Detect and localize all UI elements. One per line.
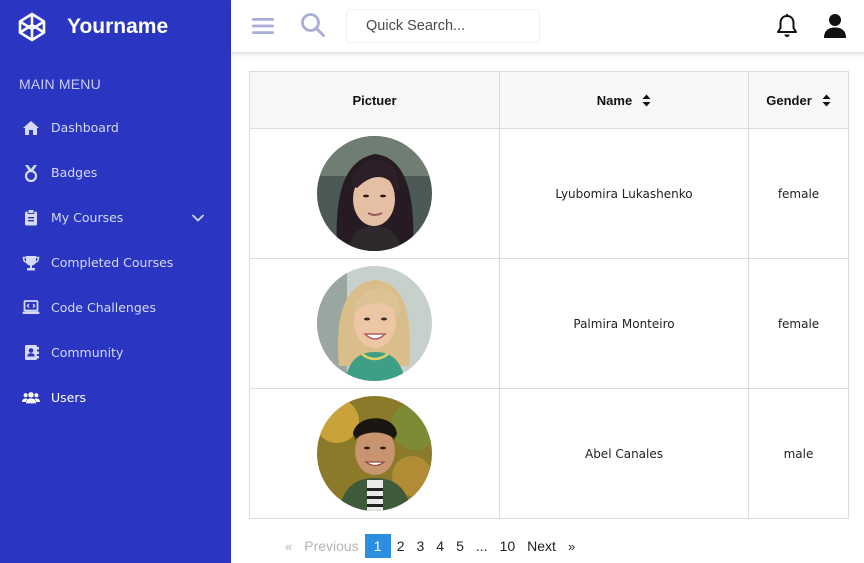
pagination-page[interactable]: 5 <box>450 534 470 558</box>
sidebar-item-badges[interactable]: Badges <box>0 150 231 195</box>
address-book-icon <box>22 344 40 362</box>
users-icon <box>22 389 40 407</box>
name-cell: Abel Canales <box>499 388 749 519</box>
pagination-previous: Previous <box>304 538 359 554</box>
search-icon[interactable] <box>300 12 326 38</box>
sidebar-menu: Dashboard Badges My Courses Completed Co… <box>0 105 231 420</box>
column-header-label: Pictuer <box>352 92 397 108</box>
pagination-page[interactable]: 1 <box>364 534 391 558</box>
column-header-gender[interactable]: Gender <box>748 71 849 129</box>
pagination-page[interactable]: 3 <box>411 534 431 558</box>
pagination-page[interactable]: 4 <box>430 534 450 558</box>
sidebar-item-label: Badges <box>51 165 98 180</box>
avatar <box>317 396 432 511</box>
trophy-icon <box>22 254 40 272</box>
table-row: Abel Canales male <box>249 388 849 519</box>
pagination-prev-arrow: « <box>285 538 293 554</box>
sort-icon[interactable] <box>642 94 651 107</box>
gender-cell: female <box>748 258 849 389</box>
column-header-label: Gender <box>766 92 812 108</box>
name-cell: Lyubomira Lukashenko <box>499 128 749 259</box>
column-header-label: Name <box>596 92 633 108</box>
avatar <box>317 136 432 251</box>
bell-icon[interactable] <box>775 13 799 39</box>
brand-name: Yourname <box>67 15 169 38</box>
user-icon[interactable] <box>823 13 847 39</box>
search-input[interactable] <box>346 9 540 43</box>
home-icon <box>22 119 40 137</box>
menu-icon[interactable] <box>251 14 275 38</box>
table-row: Lyubomira Lukashenko female <box>249 128 849 259</box>
picture-cell <box>249 258 500 389</box>
sidebar-item-label: Dashboard <box>51 120 119 135</box>
pagination-ellipsis: ... <box>475 538 488 554</box>
picture-cell <box>249 128 500 259</box>
table-row: Palmira Monteiro female <box>249 258 849 389</box>
sidebar-item-dashboard[interactable]: Dashboard <box>0 105 231 150</box>
column-header-picture: Pictuer <box>249 71 500 129</box>
sidebar-item-label: My Courses <box>51 210 124 225</box>
pagination-page[interactable]: 10 <box>494 534 522 558</box>
sidebar-item-code-challenges[interactable]: Code Challenges <box>0 285 231 330</box>
clipboard-icon <box>22 209 40 227</box>
sidebar-item-users[interactable]: Users <box>0 375 231 420</box>
brand[interactable]: Yourname <box>17 12 168 42</box>
codepen-cube-icon <box>17 12 47 42</box>
table-header-row: Pictuer Name Gender <box>249 71 849 129</box>
laptop-code-icon <box>22 299 40 317</box>
sidebar-item-community[interactable]: Community <box>0 330 231 375</box>
sidebar: Yourname MAIN MENU Dashboard Badges My C… <box>0 0 231 563</box>
sidebar-item-my-courses[interactable]: My Courses <box>0 195 231 240</box>
users-table: Pictuer Name Gender Lyubomira Lukashenko… <box>249 71 849 519</box>
sidebar-item-completed-courses[interactable]: Completed Courses <box>0 240 231 285</box>
sidebar-item-label: Completed Courses <box>51 255 174 270</box>
pagination-next-arrow[interactable]: » <box>562 534 581 558</box>
gender-cell: male <box>748 388 849 519</box>
sidebar-item-label: Users <box>51 390 87 405</box>
gender-cell: female <box>748 128 849 259</box>
sidebar-item-label: Community <box>51 345 124 360</box>
avatar <box>317 266 432 381</box>
sidebar-item-label: Code Challenges <box>51 300 156 315</box>
sort-icon[interactable] <box>822 94 831 107</box>
medal-icon <box>22 164 40 182</box>
column-header-name[interactable]: Name <box>499 71 749 129</box>
name-cell: Palmira Monteiro <box>499 258 749 389</box>
pagination: « Previous 1 2 3 4 5 ... 10 Next » <box>279 534 581 558</box>
pagination-next[interactable]: Next <box>521 534 562 558</box>
menu-section-title: MAIN MENU <box>19 76 101 92</box>
picture-cell <box>249 388 500 519</box>
chevron-down-icon[interactable] <box>191 210 205 224</box>
topbar <box>231 0 864 53</box>
pagination-page[interactable]: 2 <box>391 534 411 558</box>
